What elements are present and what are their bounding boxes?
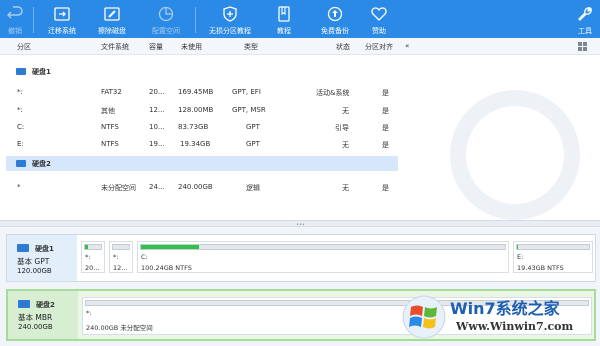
- table-row[interactable]: *: 其他 12... 128.00MB GPT, MSR 无 是: [6, 102, 398, 120]
- disk-info-1: 硬盘1 基本 GPT 120.00GB: [7, 235, 77, 281]
- disk-usage-panel: [400, 56, 600, 220]
- disk-header-1[interactable]: 硬盘1: [6, 64, 398, 79]
- col-type[interactable]: 类型: [244, 42, 258, 52]
- undo-icon: [7, 6, 23, 19]
- partition-table: 硬盘1 *: FAT32 20... 169.45MB GPT, EFI 活动&…: [6, 56, 398, 220]
- disk-card-1[interactable]: 硬盘1 基本 GPT 120.00GB *: 20... *: 12... C:…: [6, 234, 596, 282]
- watermark: Win7系统之家 Www.Winwin7.com: [396, 287, 600, 346]
- free-backup-button[interactable]: 免费备份: [315, 0, 355, 38]
- usage-bar: [84, 244, 102, 250]
- migrate-system-button[interactable]: 迁移系统: [42, 0, 82, 38]
- heart-icon: [371, 7, 387, 21]
- table-row[interactable]: E: NTFS 19... 19.34GB GPT 无 是: [6, 136, 398, 154]
- hard-disk-icon: [16, 160, 26, 167]
- allocate-space-button[interactable]: 配置空间: [146, 0, 186, 38]
- col-aligned[interactable]: 分区对齐: [365, 42, 393, 52]
- usage-bar: [140, 244, 506, 250]
- watermark-title: Win7系统之家: [450, 299, 560, 318]
- table-row[interactable]: C: NTFS 10... 83.73GB GPT 引导 是: [6, 119, 398, 137]
- usage-bar: [516, 244, 590, 250]
- table-row[interactable]: * 未分配空间 24... 240.00GB 逻辑 无 是: [6, 179, 398, 197]
- col-filesystem[interactable]: 文件系统: [101, 42, 129, 52]
- pane-splitter[interactable]: •••: [0, 220, 600, 228]
- lossless-partition-tutorial-button[interactable]: 无损分区教程: [204, 0, 256, 38]
- toolbar: 撤销 迁移系统 擦除磁盘 配置空间 无损分区教程 教程 免费备份 赞助 工具: [0, 0, 600, 38]
- eraser-icon: [104, 7, 120, 21]
- pie-icon: [158, 6, 174, 22]
- partition-block[interactable]: C: 100.24GB NTFS: [137, 241, 509, 273]
- wrench-icon: [578, 7, 592, 21]
- usage-fill: [141, 245, 200, 249]
- col-capacity[interactable]: 容量: [149, 42, 163, 52]
- col-partition[interactable]: 分区: [17, 42, 31, 52]
- column-header: 分区 文件系统 容量 未使用 类型 状态 分区对齐 «: [0, 38, 600, 55]
- usage-ring-chart: [450, 90, 580, 220]
- migrate-icon: [54, 7, 70, 21]
- shield-icon: [223, 6, 237, 22]
- sponsor-button[interactable]: 赞助: [364, 0, 394, 38]
- partition-block[interactable]: E: 19.43GB NTFS: [513, 241, 593, 273]
- col-status[interactable]: 状态: [336, 42, 350, 52]
- tutorial-button[interactable]: 教程: [269, 0, 299, 38]
- usage-fill: [85, 245, 88, 249]
- usage-bar: [112, 244, 130, 250]
- book-icon: [278, 6, 290, 22]
- undo-button[interactable]: 撤销: [0, 0, 30, 38]
- partition-block[interactable]: *: 12...: [109, 241, 133, 273]
- table-row[interactable]: *: FAT32 20... 169.45MB GPT, EFI 活动&系统 是: [6, 84, 398, 102]
- layout-grid-icon[interactable]: [578, 42, 587, 51]
- disk-header-2[interactable]: 硬盘2: [6, 156, 398, 171]
- disk-info-2: 硬盘2 基本 MBR 240.00GB: [8, 291, 78, 339]
- wipe-disk-button[interactable]: 擦除磁盘: [92, 0, 132, 38]
- windows-logo-icon: [402, 295, 446, 339]
- toolbar-separator: [33, 7, 34, 33]
- hard-disk-icon: [16, 68, 26, 75]
- tools-button[interactable]: 工具: [570, 0, 600, 38]
- col-unused[interactable]: 未使用: [181, 42, 202, 52]
- toolbar-separator: [195, 7, 196, 33]
- collapse-panel-icon[interactable]: «: [405, 42, 409, 50]
- watermark-url: Www.Winwin7.com: [456, 320, 574, 333]
- hard-disk-icon: [17, 244, 29, 252]
- backup-icon: [327, 6, 343, 22]
- partition-block[interactable]: *: 20...: [81, 241, 105, 273]
- hard-disk-icon: [18, 300, 30, 308]
